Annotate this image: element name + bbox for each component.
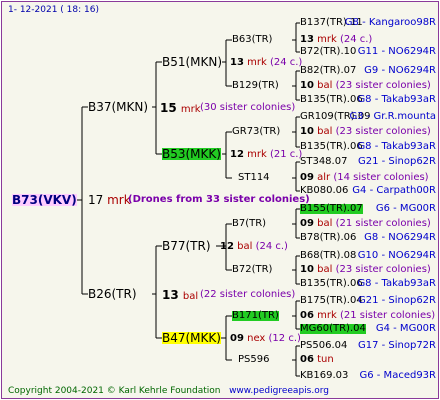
gen3-count: 09 alr (14 sister colonies) <box>300 172 429 183</box>
gen2-count: 09 nex (12 c.) <box>230 333 301 344</box>
gen3-count: 10 bal (23 sister colonies) <box>300 126 431 137</box>
gen4-origin: G6 - Maced93R <box>359 370 436 381</box>
gen4-origin: G21 - Sinop62R <box>357 156 436 167</box>
gen4-origin: G8 - Takab93aR <box>357 141 436 152</box>
gen4-name[interactable]: B72(TR).10 <box>300 47 356 57</box>
gen3-name[interactable]: PS596 <box>238 355 269 365</box>
gen4-name[interactable]: B68(TR).08 <box>300 251 356 261</box>
website-link[interactable]: www.pedigreeapis.org <box>229 386 329 396</box>
gen4-origin: G17 - Sinop72R <box>357 340 436 351</box>
copyright-text: Copyright 2004-2021 © Karl Kehrle Founda… <box>8 386 221 396</box>
gen3-name[interactable]: B63(TR) <box>232 35 272 45</box>
sire-note: (30 sister colonies) <box>200 102 296 113</box>
gen3-name[interactable]: B7(TR) <box>232 219 266 229</box>
gen2-count: 12 mrk (21 c.) <box>230 149 303 160</box>
gen4-origin: G8 - Takab93aR <box>357 278 436 289</box>
gen3-count: 10 bal (23 sister colonies) <box>300 80 431 91</box>
gen4-origin: G9 - NO6294R <box>364 65 436 76</box>
gen2-name[interactable]: B77(TR) <box>162 240 211 252</box>
root-queen-name[interactable]: B73(VKV) <box>12 194 77 206</box>
gen4-name[interactable]: MG60(TR).04 <box>300 324 366 334</box>
gen2-count: 13 mrk (24 c.) <box>230 57 303 68</box>
gen4-origin: G4 - MG00R <box>375 323 436 334</box>
gen2-name[interactable]: B51(MKN) <box>162 56 222 68</box>
gen4-origin: G11 - NO6294R <box>357 46 436 57</box>
gen4-name[interactable]: B135(TR).06 <box>300 142 363 152</box>
gen3-name[interactable]: B171(TR) <box>232 311 279 321</box>
gen4-origin: G3 - Gr.R.mounta <box>349 111 436 122</box>
pedigree-panel: 1- 12-2021 ( 18: 16) B73(VKV) 17 mrk (Dr… <box>1 1 439 399</box>
sire-name[interactable]: B37(MKN) <box>88 101 148 113</box>
dam-name[interactable]: B26(TR) <box>88 288 137 300</box>
gen4-origin: G21 - Sinop62R <box>357 295 436 306</box>
gen4-name[interactable]: B78(TR).06 <box>300 233 356 243</box>
gen4-origin: G8 - NO6294R <box>364 232 436 243</box>
dam-count: 13 bal <box>162 288 199 302</box>
gen4-origin: G10 - NO6294R <box>357 250 436 261</box>
root-note: (Drones from 33 sister colonies) <box>128 194 310 205</box>
root-drone-count: 17 mrk <box>88 194 131 206</box>
gen3-count: 10 bal (23 sister colonies) <box>300 264 431 275</box>
gen4-name[interactable]: PS506.04 <box>300 341 347 351</box>
gen3-count: 09 bal (21 sister colonies) <box>300 218 431 229</box>
gen3-count: 13 mrk (24 c.) <box>300 34 373 45</box>
gen3-count: 06 tun <box>300 354 334 365</box>
gen4-name[interactable]: ST348.07 <box>300 157 347 167</box>
dam-note: (22 sister colonies) <box>200 289 296 300</box>
gen4-origin: G8 - Takab93aR <box>357 94 436 105</box>
gen3-name[interactable]: ST114 <box>238 173 270 183</box>
gen4-origin: G4 - Carpath00R <box>352 185 436 196</box>
footer: Copyright 2004-2021 © Karl Kehrle Founda… <box>8 387 329 396</box>
gen4-name[interactable]: KB169.03 <box>300 371 348 381</box>
gen3-name[interactable]: B129(TR) <box>232 81 279 91</box>
gen3-name[interactable]: B72(TR) <box>232 265 272 275</box>
gen4-name[interactable]: KB080.06 <box>300 186 348 196</box>
gen4-name[interactable]: B82(TR).07 <box>300 66 356 76</box>
sire-count: 15 mrk <box>160 101 201 115</box>
gen2-name[interactable]: B53(MKK) <box>162 148 221 160</box>
gen4-name[interactable]: B135(TR).06 <box>300 95 363 105</box>
gen4-name[interactable]: B155(TR).07 <box>300 204 363 214</box>
gen4-origin: G8 - Kangaroo98R <box>344 17 436 28</box>
gen2-name[interactable]: B47(MKK) <box>162 332 221 344</box>
gen3-count: 06 mrk (21 sister colonies) <box>300 310 436 321</box>
gen4-name[interactable]: B175(TR).04 <box>300 296 363 306</box>
gen3-name[interactable]: GR73(TR) <box>232 127 280 137</box>
report-date: 1- 12-2021 ( 18: 16) <box>8 5 99 15</box>
gen2-count: 12 bal (24 c.) <box>220 241 288 252</box>
gen4-name[interactable]: B135(TR).06 <box>300 279 363 289</box>
gen4-origin: G6 - MG00R <box>375 203 436 214</box>
root-count: 17 <box>88 193 104 207</box>
